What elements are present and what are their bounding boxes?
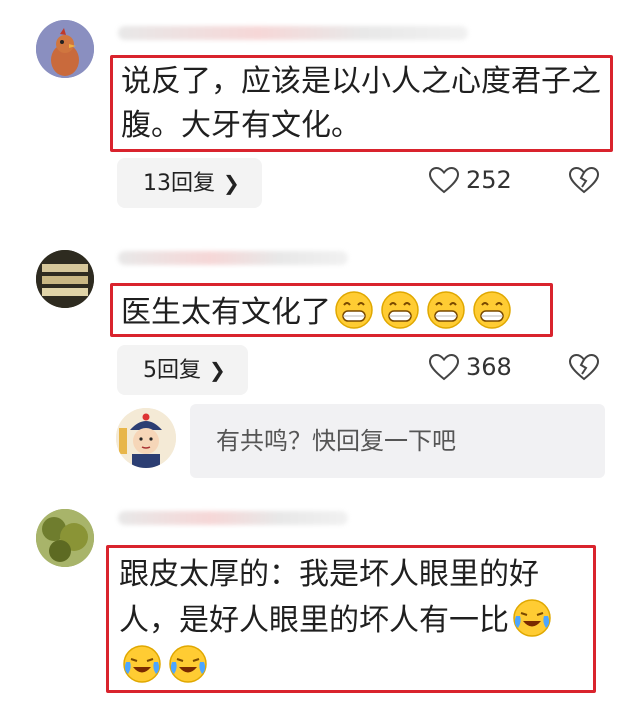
chevron-right-icon: ❯: [209, 358, 226, 382]
reply-count-label: 13回复: [143, 171, 215, 196]
emoji-crying-laughing-icon: [512, 598, 552, 638]
like-button[interactable]: 368: [428, 352, 512, 381]
comment-text-body: 跟皮太厚的：我是坏人眼里的好人，是好人眼里的坏人有一比: [119, 557, 539, 638]
avatar[interactable]: [36, 509, 94, 567]
broken-heart-icon: [568, 166, 600, 194]
comment-3: 跟皮太厚的：我是坏人眼里的好人，是好人眼里的坏人有一比: [0, 495, 640, 703]
dislike-button[interactable]: [568, 353, 600, 381]
comment-text-body: 说反了，应该是以小人之心度君子之腹。大牙有文化。: [121, 64, 601, 143]
broken-heart-icon: [568, 353, 600, 381]
qing-official-avatar-icon: [116, 408, 176, 468]
like-count: 252: [466, 166, 512, 194]
my-avatar: [116, 408, 176, 468]
chevron-right-icon: ❯: [223, 171, 240, 195]
avatar[interactable]: [36, 20, 94, 78]
emoji-grinning-icon: [426, 290, 466, 330]
reply-input-placeholder: 有共鸣？快回复一下吧: [216, 427, 456, 455]
reply-count-label: 5回复: [143, 358, 201, 383]
comment-text-body: 医生太有文化了: [121, 295, 331, 330]
emoji-crying-laughing-icon: [168, 644, 208, 684]
emoji-crying-laughing-icon: [122, 644, 162, 684]
tree-photo-avatar-icon: [36, 509, 94, 567]
avatar[interactable]: [36, 250, 94, 308]
username-blurred: [118, 511, 348, 525]
bird-avatar-icon: [36, 20, 94, 78]
view-replies-button[interactable]: 13回复 ❯: [117, 158, 262, 208]
username-blurred: [118, 251, 348, 265]
emoji-grinning-icon: [334, 290, 374, 330]
comment-text: 医生太有文化了: [110, 283, 553, 337]
comment-text: 说反了，应该是以小人之心度君子之腹。大牙有文化。: [110, 55, 613, 152]
heart-icon: [428, 166, 460, 194]
emoji-grinning-icon: [380, 290, 420, 330]
username-blurred: [118, 26, 468, 40]
heart-icon: [428, 353, 460, 381]
food-photo-avatar-icon: [36, 250, 94, 308]
like-count: 368: [466, 353, 512, 381]
comment-text: 跟皮太厚的：我是坏人眼里的好人，是好人眼里的坏人有一比: [106, 545, 596, 693]
reply-input[interactable]: 有共鸣？快回复一下吧: [190, 404, 605, 478]
view-replies-button[interactable]: 5回复 ❯: [117, 345, 248, 395]
dislike-button[interactable]: [568, 166, 600, 194]
like-button[interactable]: 252: [428, 165, 512, 194]
emoji-grinning-icon: [472, 290, 512, 330]
comment-1: 说反了，应该是以小人之心度君子之腹。大牙有文化。 13回复 ❯ 252: [0, 0, 640, 215]
